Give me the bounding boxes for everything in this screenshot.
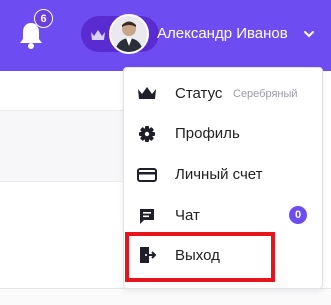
menu-item-profile[interactable]: Профиль <box>124 114 322 154</box>
content-footer <box>0 288 331 305</box>
menu-item-label: Личный счет <box>175 166 263 183</box>
menu-item-label: Чат <box>175 207 200 224</box>
credit-card-icon <box>137 165 157 185</box>
chat-icon <box>137 206 157 226</box>
menu-item-label: Статус <box>175 85 223 102</box>
menu-item-account[interactable]: Личный счет <box>124 155 322 195</box>
crown-icon <box>137 83 157 103</box>
chat-count-badge: 0 <box>289 206 307 224</box>
user-name[interactable]: Александр Иванов <box>157 25 288 42</box>
menu-item-label: Профиль <box>175 125 240 142</box>
menu-item-status[interactable]: Статус Серебряный <box>124 73 322 113</box>
menu-item-chat[interactable]: Чат 0 <box>124 196 322 236</box>
chevron-down-icon[interactable] <box>303 27 315 39</box>
avatar[interactable] <box>109 14 149 54</box>
top-bar: 6 Александр Иванов <box>0 0 331 71</box>
status-value: Серебряный <box>233 88 298 100</box>
logout-highlight-frame <box>125 232 275 282</box>
gear-icon <box>137 124 157 144</box>
content-row <box>0 110 126 182</box>
crown-icon <box>90 28 106 40</box>
notification-count-badge: 6 <box>34 9 53 28</box>
